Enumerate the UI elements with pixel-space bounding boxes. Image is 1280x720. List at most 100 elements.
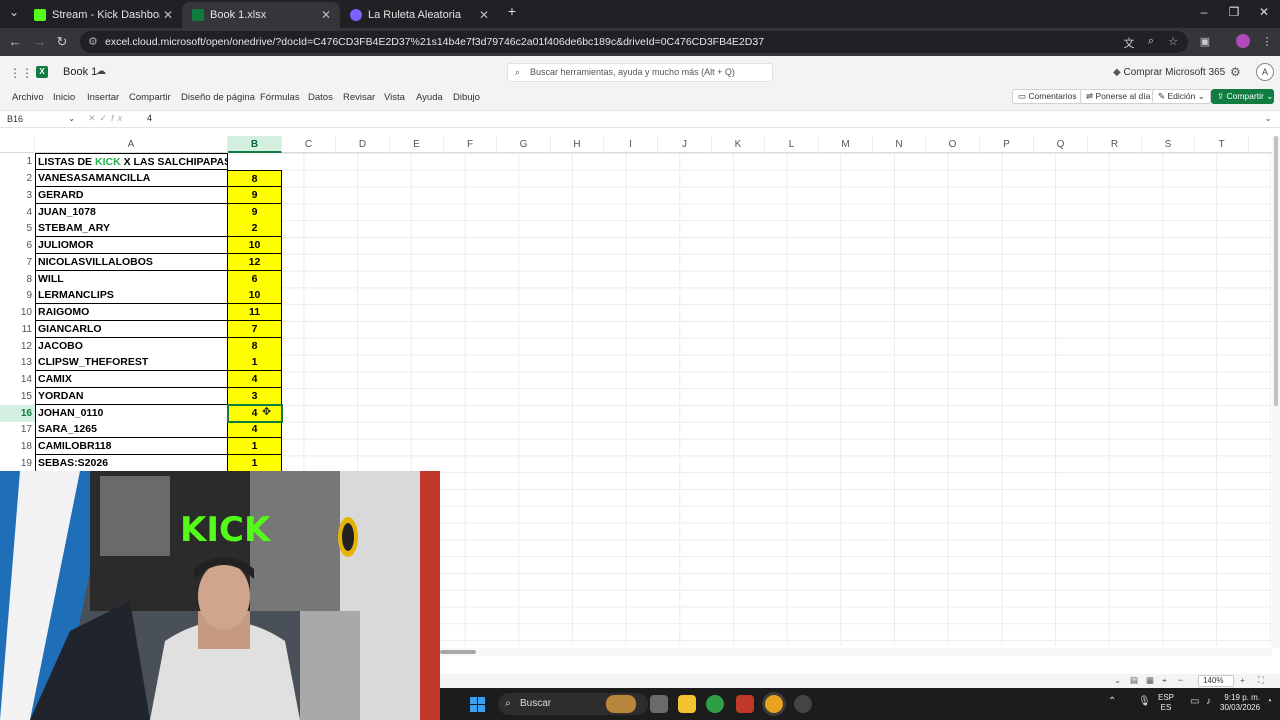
- cell-name[interactable]: LERMANCLIPS: [35, 287, 228, 304]
- chevron-down-icon[interactable]: ⌄: [1114, 675, 1121, 686]
- row-header-15[interactable]: 15: [0, 388, 35, 405]
- cell-value[interactable]: 2: [228, 220, 282, 237]
- cell-value[interactable]: 7: [228, 321, 282, 338]
- column-header-e[interactable]: E: [390, 136, 444, 153]
- cell-value[interactable]: 1: [228, 354, 282, 371]
- select-all-corner[interactable]: [0, 136, 35, 153]
- back-icon[interactable]: ←: [7, 34, 23, 49]
- reload-icon[interactable]: ↻: [54, 34, 70, 50]
- name-box[interactable]: B16 ⌄: [4, 112, 78, 126]
- menu-diseno-de-pagina[interactable]: Diseño de página: [181, 92, 255, 103]
- row-header-16[interactable]: 16: [0, 405, 35, 422]
- news-app-icon[interactable]: [736, 695, 754, 713]
- row-header-6[interactable]: 6: [0, 237, 35, 254]
- cell-value[interactable]: 10: [228, 237, 282, 254]
- menu-datos[interactable]: Datos: [308, 92, 333, 103]
- row-header-8[interactable]: 8: [0, 271, 35, 288]
- maximize-icon[interactable]: ❐: [1224, 5, 1244, 19]
- saved-status-icon[interactable]: ☁: [96, 66, 106, 77]
- menu-ayuda[interactable]: Ayuda: [416, 92, 443, 103]
- task-view-icon[interactable]: [650, 695, 668, 713]
- menu-archivo[interactable]: Archivo: [12, 92, 44, 103]
- browser-menu-icon[interactable]: ⋮: [1260, 35, 1274, 48]
- menu-dibujo[interactable]: Dibujo: [453, 92, 480, 103]
- cell-name[interactable]: CAMIX: [35, 371, 228, 388]
- editing-mode-button[interactable]: ✎ Edición ⌄: [1152, 89, 1211, 104]
- chrome-icon[interactable]: [706, 695, 724, 713]
- tab-kick-dashboard[interactable]: Stream - Kick Dashboard ✕: [24, 2, 182, 28]
- row-header-12[interactable]: 12: [0, 338, 35, 355]
- cell-b1[interactable]: [228, 153, 282, 170]
- column-header-s[interactable]: S: [1142, 136, 1195, 153]
- menu-revisar[interactable]: Revisar: [343, 92, 375, 103]
- account-avatar[interactable]: A: [1256, 63, 1274, 81]
- cell-value[interactable]: 11: [228, 304, 282, 321]
- column-header-r[interactable]: R: [1088, 136, 1142, 153]
- tab-ruleta-aleatoria[interactable]: La Ruleta Aleatoria ✕: [340, 2, 498, 28]
- column-header-j[interactable]: J: [658, 136, 712, 153]
- row-header-9[interactable]: 9: [0, 287, 35, 304]
- row-header-4[interactable]: 4: [0, 204, 35, 221]
- cell-name[interactable]: SEBAS:S2026: [35, 455, 228, 472]
- site-info-icon[interactable]: ⚙: [88, 31, 98, 53]
- formula-action-icons[interactable]: ✕✓fx: [88, 113, 126, 124]
- column-header-o[interactable]: O: [926, 136, 980, 153]
- cell-value[interactable]: 4: [228, 371, 282, 388]
- column-header-d[interactable]: D: [336, 136, 390, 153]
- bookmark-star-icon[interactable]: ☆: [1166, 35, 1180, 48]
- cell-value[interactable]: 9: [228, 187, 282, 204]
- column-header-p[interactable]: P: [980, 136, 1034, 153]
- profile-avatar-icon[interactable]: [1236, 34, 1250, 48]
- horizontal-scrollbar[interactable]: [440, 648, 1272, 656]
- cell-name[interactable]: JOHAN_0110: [35, 405, 228, 422]
- cell-name[interactable]: JULIOMOR: [35, 237, 228, 254]
- vertical-scroll-thumb[interactable]: [1274, 136, 1278, 406]
- cell-name[interactable]: NICOLASVILLALOBOS: [35, 254, 228, 271]
- close-tab-icon[interactable]: ✕: [318, 8, 334, 22]
- cell-name[interactable]: STEBAM_ARY: [35, 220, 228, 237]
- share-button[interactable]: ⇪ Compartir ⌄: [1211, 89, 1274, 104]
- search-input[interactable]: ⌕ Buscar herramientas, ayuda y mucho más…: [507, 63, 773, 82]
- page-break-view-icon[interactable]: ▦: [1146, 675, 1154, 686]
- cell-value[interactable]: 10: [228, 287, 282, 304]
- tab-book-xlsx[interactable]: Book 1.xlsx ✕: [182, 2, 340, 28]
- column-header-n[interactable]: N: [873, 136, 926, 153]
- settings-gear-icon[interactable]: ⚙: [1230, 65, 1241, 79]
- column-header-l[interactable]: L: [765, 136, 819, 153]
- row-header-5[interactable]: 5: [0, 220, 35, 237]
- cell-name[interactable]: WILL: [35, 271, 228, 288]
- notifications-icon[interactable]: ◔: [1266, 696, 1272, 707]
- network-icon[interactable]: ▭: [1190, 696, 1199, 707]
- cell-name[interactable]: CAMILOBR118: [35, 438, 228, 455]
- row-header-17[interactable]: 17: [0, 421, 35, 438]
- microphone-icon[interactable]: 🎙: [1138, 696, 1151, 707]
- cell-value[interactable]: 3: [228, 388, 282, 405]
- taskbar-clock[interactable]: 9:19 p. m. 30/03/2026: [1220, 693, 1260, 713]
- workbook-name[interactable]: Book 1: [63, 66, 97, 78]
- cell-a1-title[interactable]: LISTAS DE KICK X LAS SALCHIPAPAS:: [35, 153, 235, 170]
- cell-name[interactable]: JACOBO: [35, 338, 228, 355]
- cell-value[interactable]: 9: [228, 204, 282, 221]
- row-header-7[interactable]: 7: [0, 254, 35, 271]
- cell-name[interactable]: CLIPSW_THEFOREST: [35, 354, 228, 371]
- comments-button[interactable]: ▭ Comentarios: [1012, 89, 1083, 104]
- normal-view-icon[interactable]: ▤: [1130, 675, 1138, 686]
- row-header-13[interactable]: 13: [0, 354, 35, 371]
- column-header-a[interactable]: A: [35, 136, 228, 153]
- cell-value[interactable]: 12: [228, 254, 282, 271]
- column-header-m[interactable]: M: [819, 136, 873, 153]
- cell-name[interactable]: GIANCARLO: [35, 321, 228, 338]
- column-header-t[interactable]: T: [1195, 136, 1249, 153]
- chrome-active-icon[interactable]: [765, 695, 783, 713]
- file-explorer-icon[interactable]: [678, 695, 696, 713]
- language-indicator[interactable]: ESP ES: [1158, 693, 1174, 713]
- row-header-18[interactable]: 18: [0, 438, 35, 455]
- weather-widget-icon[interactable]: [606, 695, 636, 713]
- cell-value[interactable]: 4: [228, 421, 282, 438]
- row-header-3[interactable]: 3: [0, 187, 35, 204]
- zoom-in-icon[interactable]: +: [1240, 675, 1245, 685]
- cell-name[interactable]: YORDAN: [35, 388, 228, 405]
- row-header-1[interactable]: 1: [0, 153, 35, 170]
- column-header-c[interactable]: C: [282, 136, 336, 153]
- zoom-icon[interactable]: ⌕: [1144, 35, 1158, 48]
